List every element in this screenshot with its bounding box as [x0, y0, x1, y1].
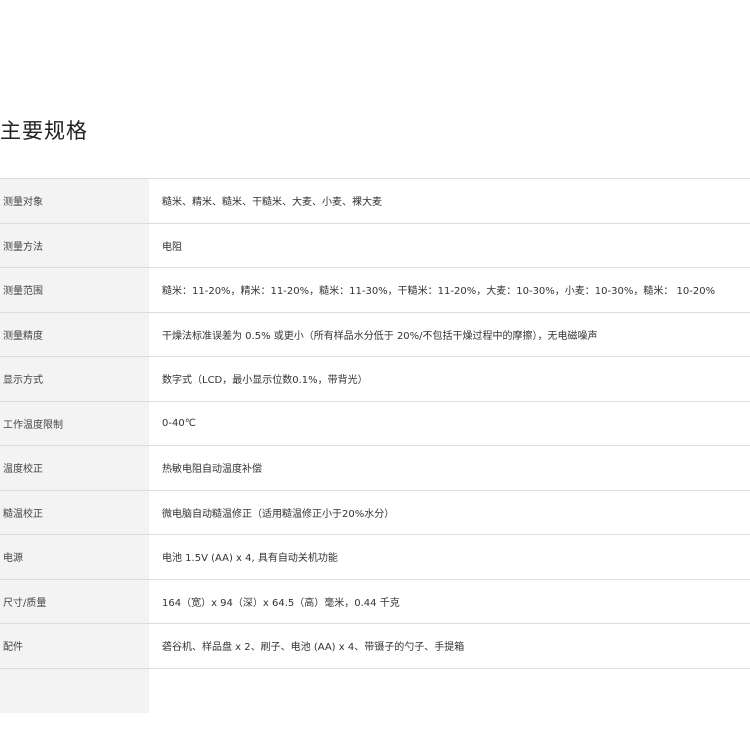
- spec-label: 糙温校正: [0, 489, 149, 535]
- spec-label: 测量对象: [0, 178, 149, 223]
- spec-label: 温度校正: [0, 445, 149, 490]
- section-title: 主要规格: [0, 119, 88, 143]
- table-row: 显示方式 数字式（LCD，最小显示位数0.1%，带背光）: [0, 356, 750, 401]
- spec-label: 测量精度: [0, 311, 149, 357]
- table-row: 配件 砻谷机、样品盘 x 2、刷子、电池 (AA) x 4、带镊子的勺子、手提箱: [0, 623, 750, 668]
- table-row: 温度校正 热敏电阻自动温度补偿: [0, 445, 750, 490]
- spec-value: 砻谷机、样品盘 x 2、刷子、电池 (AA) x 4、带镊子的勺子、手提箱: [149, 623, 750, 668]
- table-row: 尺寸/质量 164（宽）x 94（深）x 64.5（高）毫米，0.44 千克: [0, 578, 750, 624]
- spec-label: 显示方式: [0, 356, 149, 401]
- table-row: 测量方法 电阻: [0, 222, 750, 268]
- spec-value: 电阻: [149, 222, 750, 268]
- table-row-tail: [0, 667, 750, 713]
- spec-value: 热敏电阻自动温度补偿: [149, 445, 750, 490]
- spec-value-empty: [149, 667, 750, 713]
- spec-page: 主要规格 测量对象 糙米、精米、糙米、干糙米、大麦、小麦、裸大麦 测量方法 电阻…: [0, 0, 750, 750]
- spec-label: 尺寸/质量: [0, 578, 149, 624]
- table-row: 测量对象 糙米、精米、糙米、干糙米、大麦、小麦、裸大麦: [0, 178, 750, 223]
- spec-value: 0-40℃: [149, 400, 750, 446]
- table-row: 工作温度限制 0-40℃: [0, 400, 750, 446]
- table-row: 电源 电池 1.5V (AA) x 4, 具有自动关机功能: [0, 534, 750, 579]
- spec-label: 测量范围: [0, 267, 149, 312]
- spec-value: 164（宽）x 94（深）x 64.5（高）毫米，0.44 千克: [149, 578, 750, 624]
- table-row: 糙温校正 微电脑自动糙温修正（适用糙温修正小于20%水分）: [0, 489, 750, 535]
- table-row: 测量范围 糙米：11-20%，精米：11-20%，糙米：11-30%，干糙米：1…: [0, 267, 750, 312]
- spec-table: 测量对象 糙米、精米、糙米、干糙米、大麦、小麦、裸大麦 测量方法 电阻 测量范围…: [0, 178, 750, 713]
- spec-value: 微电脑自动糙温修正（适用糙温修正小于20%水分）: [149, 489, 750, 535]
- table-row: 测量精度 干燥法标准误差为 0.5% 或更小（所有样品水分低于 20%/不包括干…: [0, 311, 750, 357]
- spec-value: 电池 1.5V (AA) x 4, 具有自动关机功能: [149, 534, 750, 579]
- spec-value: 糙米、精米、糙米、干糙米、大麦、小麦、裸大麦: [149, 178, 750, 223]
- spec-label: 电源: [0, 534, 149, 579]
- spec-value: 糙米：11-20%，精米：11-20%，糙米：11-30%，干糙米：11-20%…: [149, 267, 750, 312]
- spec-value: 数字式（LCD，最小显示位数0.1%，带背光）: [149, 356, 750, 401]
- spec-value: 干燥法标准误差为 0.5% 或更小（所有样品水分低于 20%/不包括干燥过程中的…: [149, 311, 750, 357]
- spec-label: 测量方法: [0, 222, 149, 268]
- spec-label: 工作温度限制: [0, 400, 149, 446]
- spec-label: 配件: [0, 623, 149, 668]
- spec-label-empty: [0, 667, 149, 713]
